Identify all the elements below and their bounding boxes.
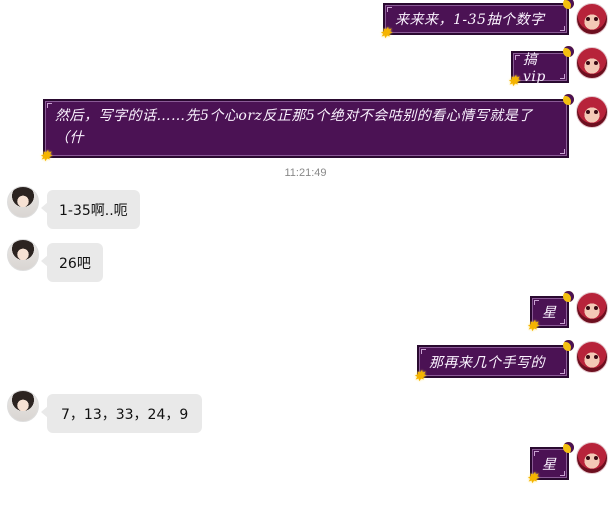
star-icon: ✸ bbox=[39, 147, 53, 165]
moon-icon bbox=[563, 94, 574, 105]
message-text: 1-35啊..呃 bbox=[59, 202, 128, 219]
star-icon: ✸ bbox=[379, 24, 393, 42]
avatar-self[interactable] bbox=[576, 292, 608, 324]
message-text: 那再来几个手写的 bbox=[429, 354, 545, 371]
message-timestamp: 11:21:49 bbox=[284, 167, 327, 179]
message-bubble-self[interactable]: 然后，写字的话……先5个心orz反正那5个绝对不会咕别的看心情写就是了（什 ✸ bbox=[39, 94, 574, 164]
corner-ornament bbox=[560, 74, 565, 79]
corner-ornament bbox=[387, 7, 392, 12]
moon-icon bbox=[563, 0, 574, 9]
message-bubble-self[interactable]: 星 ✸ bbox=[526, 442, 574, 486]
avatar-self[interactable] bbox=[576, 341, 608, 373]
message-text: 星 bbox=[542, 305, 557, 321]
message-text: 搞vip bbox=[523, 52, 546, 85]
avatar-other[interactable] bbox=[7, 186, 39, 218]
message-text: 然后，写字的话……先5个心orz反正那5个绝对不会咕别的看心情写就是了（什 bbox=[55, 108, 533, 146]
corner-ornament bbox=[560, 471, 565, 476]
corner-ornament bbox=[515, 55, 520, 60]
avatar-other[interactable] bbox=[7, 239, 39, 271]
moon-icon bbox=[563, 291, 574, 302]
message-bubble-other[interactable]: 1-35啊..呃 bbox=[41, 190, 140, 229]
moon-icon bbox=[563, 442, 574, 453]
avatar-self[interactable] bbox=[576, 96, 608, 128]
corner-ornament bbox=[560, 149, 565, 154]
corner-ornament bbox=[421, 349, 426, 354]
moon-icon bbox=[563, 46, 574, 57]
message-text: 星 bbox=[542, 456, 557, 473]
message-bubble-self[interactable]: 搞vip ✸ bbox=[507, 46, 574, 89]
star-icon: ✸ bbox=[507, 72, 521, 90]
corner-ornament bbox=[534, 451, 539, 456]
moon-icon bbox=[563, 340, 574, 351]
corner-ornament bbox=[534, 300, 539, 305]
message-bubble-other[interactable]: 7，13，33，24，9 bbox=[40, 394, 203, 433]
corner-ornament bbox=[560, 369, 565, 374]
message-text: 来来来，1-35抽个数字 bbox=[395, 12, 545, 28]
message-bubble-self[interactable]: 星 ✸ bbox=[526, 291, 574, 334]
message-bubble-self[interactable]: 那再来几个手写的 ✸ bbox=[413, 340, 574, 384]
message-text: 7，13，33，24，9 bbox=[61, 406, 189, 423]
corner-ornament bbox=[47, 103, 52, 108]
star-icon: ✸ bbox=[526, 317, 540, 335]
avatar-other[interactable] bbox=[7, 390, 39, 422]
message-bubble-other[interactable]: 26吧 bbox=[41, 243, 103, 282]
avatar-self[interactable] bbox=[576, 3, 608, 35]
message-bubble-self[interactable]: 来来来，1-35抽个数字 ✸ bbox=[379, 0, 574, 41]
star-icon: ✸ bbox=[413, 367, 427, 385]
corner-ornament bbox=[560, 319, 565, 324]
avatar-self[interactable] bbox=[576, 47, 608, 79]
star-icon: ✸ bbox=[526, 469, 540, 487]
message-text: 26吧 bbox=[59, 255, 91, 272]
corner-ornament bbox=[560, 26, 565, 31]
avatar-self[interactable] bbox=[576, 442, 608, 474]
